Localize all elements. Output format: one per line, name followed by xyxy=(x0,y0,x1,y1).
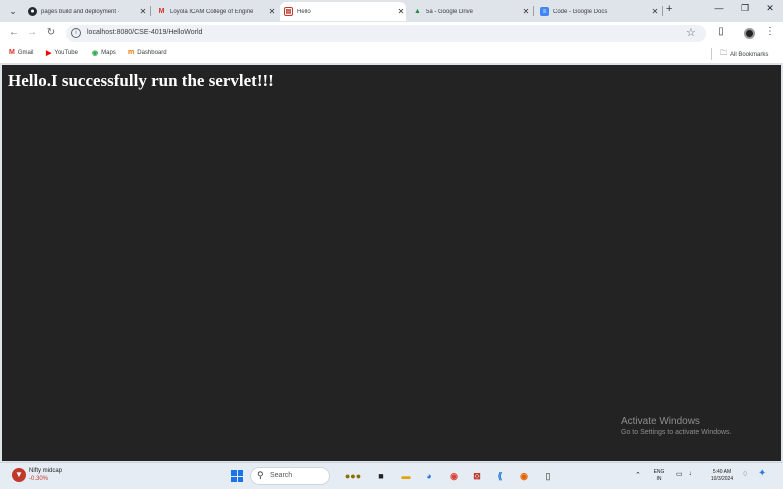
extensions-icon[interactable]: ▯ xyxy=(715,26,727,37)
file-explorer-icon[interactable]: ▬ xyxy=(398,468,414,484)
page-heading: Hello.I successfully run the servlet!!! xyxy=(8,71,274,90)
tab-divider xyxy=(533,6,534,16)
notepad-icon[interactable]: ▯ xyxy=(540,468,556,484)
fruit-widget-icon[interactable]: ●●● xyxy=(340,468,366,484)
info-icon[interactable]: i xyxy=(71,28,81,38)
tab-label: Code - Google Docs xyxy=(553,8,608,15)
restore-button[interactable]: ❐ xyxy=(737,3,753,14)
activate-windows-watermark: Activate Windows Go to Settings to activ… xyxy=(621,416,732,436)
windows-start-icon[interactable] xyxy=(231,470,243,482)
bookmark-star-icon[interactable]: ☆ xyxy=(686,26,696,39)
tab-google-docs[interactable]: ≡ Code - Google Docs ✕ xyxy=(536,2,660,21)
gmail-icon: M xyxy=(158,8,165,15)
tab-label: pages build and deployment · xyxy=(41,8,120,15)
network-icon[interactable]: ▭ xyxy=(676,470,683,478)
clock-time: 5:40 AM xyxy=(712,469,732,475)
search-icon: ⚲ xyxy=(257,470,264,480)
google-drive-icon: ▲ xyxy=(414,8,421,15)
minimize-button[interactable]: — xyxy=(711,3,727,13)
widget-value: -0.30% xyxy=(29,476,49,482)
bookmark-label: YouTube xyxy=(54,50,78,56)
browser-toolbar: ← → ↻ i localhost:8080/CSE-4019/HelloWor… xyxy=(0,22,783,44)
close-icon[interactable]: ✕ xyxy=(650,7,660,16)
gmail-icon: M xyxy=(9,49,15,56)
bookmarks-divider xyxy=(711,48,712,60)
tab-google-drive[interactable]: ▲ 5a - Google Drive ✕ xyxy=(409,2,531,21)
language-label: ENG xyxy=(653,469,665,475)
tab-gmail[interactable]: M Loyola ICAM College of Engine ✕ xyxy=(153,2,277,21)
copilot-icon[interactable]: ✦ xyxy=(758,468,766,479)
clock[interactable]: 5:40 AM 10/3/2024 xyxy=(704,469,740,483)
bookmark-maps[interactable]: ◉ Maps xyxy=(92,49,116,57)
market-widget[interactable]: ▼ Nifty midcap -0.30% xyxy=(12,467,62,483)
tab-label: Loyola ICAM College of Engine xyxy=(170,8,254,15)
bookmark-label: Dashboard xyxy=(137,49,167,56)
more-menu-icon[interactable]: ⋮ xyxy=(764,26,776,37)
reload-icon[interactable]: ↻ xyxy=(45,27,57,38)
github-icon: ● xyxy=(28,7,37,16)
tab-strip: ⌄ ● pages build and deployment · ✕ M Loy… xyxy=(0,0,783,22)
close-icon[interactable]: ✕ xyxy=(396,7,406,16)
forward-arrow-icon[interactable]: → xyxy=(26,27,38,38)
notification-bell-icon[interactable]: ♢ xyxy=(742,470,748,478)
close-window-button[interactable]: ✕ xyxy=(762,3,778,14)
back-arrow-icon[interactable]: ← xyxy=(8,27,20,38)
close-icon[interactable]: ✕ xyxy=(138,7,148,16)
bookmark-label: Maps xyxy=(101,50,116,56)
xampp-icon[interactable]: ⊠ xyxy=(469,468,485,484)
taskbar: ▼ Nifty midcap -0.30% ⚲ Search ●●● ■ ▬ ◕… xyxy=(0,462,783,489)
bookmarks-bar: M Gmail ▶ YouTube ◉ Maps m Dashboard 🗀 A… xyxy=(0,44,783,64)
dashboard-icon: m xyxy=(128,49,135,56)
page-viewport: Hello.I successfully run the servlet!!! … xyxy=(2,65,781,461)
tab-label: Hello xyxy=(297,8,311,15)
tab-hello[interactable]: ▤ Hello ✕ xyxy=(280,2,406,21)
task-view-icon[interactable]: ■ xyxy=(373,468,389,484)
region-label: IN xyxy=(656,476,662,482)
tab-label: 5a - Google Drive xyxy=(426,8,474,15)
folder-icon: 🗀 xyxy=(720,50,727,57)
bookmark-gmail[interactable]: M Gmail xyxy=(9,49,34,56)
search-placeholder: Search xyxy=(270,472,293,479)
tab-github-pages[interactable]: ● pages build and deployment · ✕ xyxy=(24,2,148,21)
bookmark-youtube[interactable]: ▶ YouTube xyxy=(46,49,78,57)
watermark-subtitle: Go to Settings to activate Windows. xyxy=(621,429,732,436)
maps-icon: ◉ xyxy=(92,50,99,57)
all-bookmarks[interactable]: 🗀 All Bookmarks xyxy=(720,49,768,60)
chrome-icon[interactable]: ◉ xyxy=(446,468,462,484)
watermark-title: Activate Windows xyxy=(621,416,700,427)
page-icon: ▤ xyxy=(284,7,293,16)
bookmark-label: Gmail xyxy=(17,49,34,56)
url-text[interactable]: localhost:8080/CSE-4019/HelloWorld xyxy=(87,29,202,36)
avatar[interactable] xyxy=(744,28,755,39)
firefox-icon[interactable]: ◉ xyxy=(516,468,532,484)
youtube-icon: ▶ xyxy=(46,50,52,57)
vscode-icon[interactable]: ⟪ xyxy=(492,468,508,484)
tab-divider xyxy=(150,6,151,16)
volume-icon[interactable]: ♩ xyxy=(689,470,696,477)
taskbar-search[interactable]: ⚲ Search xyxy=(250,467,330,485)
close-icon[interactable]: ✕ xyxy=(267,7,277,16)
close-icon[interactable]: ✕ xyxy=(521,7,531,16)
widget-label: Nifty midcap xyxy=(29,468,63,474)
tab-search-chevron-icon[interactable]: ⌄ xyxy=(6,4,20,18)
tray-chevron-icon[interactable]: ⌃ xyxy=(635,471,641,479)
language-indicator[interactable]: ENG IN xyxy=(651,469,667,483)
clock-date: 10/3/2024 xyxy=(710,476,734,482)
edge-icon[interactable]: ◕ xyxy=(421,468,437,484)
tab-divider xyxy=(662,6,663,16)
new-tab-button[interactable]: + xyxy=(666,3,672,15)
google-docs-icon: ≡ xyxy=(540,7,549,16)
all-bookmarks-label: All Bookmarks xyxy=(730,51,769,58)
bookmark-dashboard[interactable]: m Dashboard xyxy=(128,49,167,56)
stock-down-icon: ▼ xyxy=(12,468,26,482)
address-bar[interactable]: i localhost:8080/CSE-4019/HelloWorld ☆ xyxy=(66,25,706,42)
